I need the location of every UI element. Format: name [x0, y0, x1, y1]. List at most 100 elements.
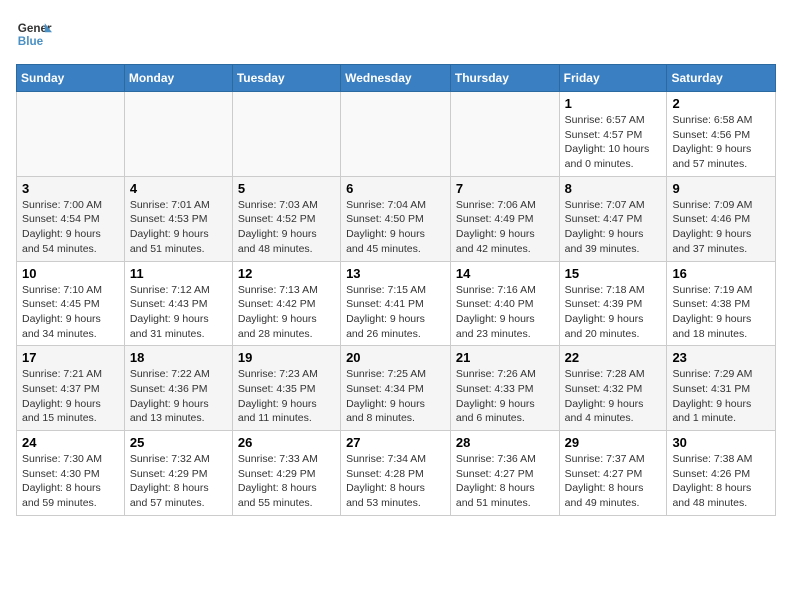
- day-number: 11: [130, 266, 227, 281]
- day-info: Sunrise: 7:10 AM Sunset: 4:45 PM Dayligh…: [22, 283, 119, 342]
- calendar-cell: 30Sunrise: 7:38 AM Sunset: 4:26 PM Dayli…: [667, 431, 776, 516]
- calendar-cell: 9 Sunrise: 7:09 AM Sunset: 4:46 PM Daylig…: [667, 176, 776, 261]
- day-number: 12: [238, 266, 335, 281]
- day-number: 27: [346, 435, 445, 450]
- weekday-header: Monday: [124, 65, 232, 92]
- day-info: Sunrise: 7:33 AM Sunset: 4:29 PM Dayligh…: [238, 452, 335, 511]
- day-info: Sunrise: 7:37 AM Sunset: 4:27 PM Dayligh…: [565, 452, 662, 511]
- calendar-cell: 1Sunrise: 6:57 AM Sunset: 4:57 PM Daylig…: [559, 92, 667, 177]
- svg-text:Blue: Blue: [18, 35, 44, 48]
- day-number: 15: [565, 266, 662, 281]
- day-info: Sunrise: 7:30 AM Sunset: 4:30 PM Dayligh…: [22, 452, 119, 511]
- calendar-cell: 4 Sunrise: 7:01 AM Sunset: 4:53 PM Daylig…: [124, 176, 232, 261]
- day-number: 9: [672, 181, 770, 196]
- day-number: 4: [130, 181, 227, 196]
- calendar-cell: 13 Sunrise: 7:15 AM Sunset: 4:41 PM Dayli…: [341, 261, 451, 346]
- day-number: 19: [238, 350, 335, 365]
- calendar-cell: 11 Sunrise: 7:12 AM Sunset: 4:43 PM Dayli…: [124, 261, 232, 346]
- calendar-cell: 14Sunrise: 7:16 AM Sunset: 4:40 PM Dayli…: [450, 261, 559, 346]
- day-info: Sunrise: 7:29 AM Sunset: 4:31 PM Dayligh…: [672, 367, 770, 426]
- calendar-cell: 24 Sunrise: 7:30 AM Sunset: 4:30 PM Dayli…: [17, 431, 125, 516]
- weekday-header: Tuesday: [232, 65, 340, 92]
- day-number: 7: [456, 181, 554, 196]
- day-info: Sunrise: 7:36 AM Sunset: 4:27 PM Dayligh…: [456, 452, 554, 511]
- day-info: Sunrise: 7:09 AM Sunset: 4:46 PM Dayligh…: [672, 198, 770, 257]
- day-info: Sunrise: 7:12 AM Sunset: 4:43 PM Dayligh…: [130, 283, 227, 342]
- day-info: Sunrise: 6:57 AM Sunset: 4:57 PM Dayligh…: [565, 113, 662, 172]
- calendar-cell: 22 Sunrise: 7:28 AM Sunset: 4:32 PM Dayli…: [559, 346, 667, 431]
- day-number: 8: [565, 181, 662, 196]
- day-info: Sunrise: 7:26 AM Sunset: 4:33 PM Dayligh…: [456, 367, 554, 426]
- calendar-cell: [341, 92, 451, 177]
- day-number: 6: [346, 181, 445, 196]
- day-number: 20: [346, 350, 445, 365]
- day-info: Sunrise: 7:38 AM Sunset: 4:26 PM Dayligh…: [672, 452, 770, 511]
- day-info: Sunrise: 7:19 AM Sunset: 4:38 PM Dayligh…: [672, 283, 770, 342]
- day-number: 26: [238, 435, 335, 450]
- calendar-cell: 16 Sunrise: 7:19 AM Sunset: 4:38 PM Dayli…: [667, 261, 776, 346]
- day-number: 17: [22, 350, 119, 365]
- day-info: Sunrise: 7:28 AM Sunset: 4:32 PM Dayligh…: [565, 367, 662, 426]
- day-number: 22: [565, 350, 662, 365]
- calendar-cell: [232, 92, 340, 177]
- day-info: Sunrise: 7:32 AM Sunset: 4:29 PM Dayligh…: [130, 452, 227, 511]
- day-info: Sunrise: 7:07 AM Sunset: 4:47 PM Dayligh…: [565, 198, 662, 257]
- day-number: 3: [22, 181, 119, 196]
- calendar-cell: 29 Sunrise: 7:37 AM Sunset: 4:27 PM Dayli…: [559, 431, 667, 516]
- day-info: Sunrise: 7:04 AM Sunset: 4:50 PM Dayligh…: [346, 198, 445, 257]
- day-number: 2: [672, 96, 770, 111]
- calendar-cell: 25Sunrise: 7:32 AM Sunset: 4:29 PM Dayli…: [124, 431, 232, 516]
- page-header: General Blue: [16, 16, 776, 52]
- day-number: 24: [22, 435, 119, 450]
- calendar-cell: 17Sunrise: 7:21 AM Sunset: 4:37 PM Dayli…: [17, 346, 125, 431]
- calendar-cell: 7 Sunrise: 7:06 AM Sunset: 4:49 PM Daylig…: [450, 176, 559, 261]
- calendar-cell: 3Sunrise: 7:00 AM Sunset: 4:54 PM Daylig…: [17, 176, 125, 261]
- weekday-header: Sunday: [17, 65, 125, 92]
- weekday-header: Wednesday: [341, 65, 451, 92]
- calendar-cell: 28 Sunrise: 7:36 AM Sunset: 4:27 PM Dayli…: [450, 431, 559, 516]
- logo: General Blue: [16, 16, 52, 52]
- calendar-cell: 6 Sunrise: 7:04 AM Sunset: 4:50 PM Daylig…: [341, 176, 451, 261]
- calendar-week-row: 3Sunrise: 7:00 AM Sunset: 4:54 PM Daylig…: [17, 176, 776, 261]
- calendar-week-row: 24 Sunrise: 7:30 AM Sunset: 4:30 PM Dayli…: [17, 431, 776, 516]
- day-number: 18: [130, 350, 227, 365]
- day-info: Sunrise: 7:34 AM Sunset: 4:28 PM Dayligh…: [346, 452, 445, 511]
- calendar-cell: 20Sunrise: 7:25 AM Sunset: 4:34 PM Dayli…: [341, 346, 451, 431]
- day-number: 13: [346, 266, 445, 281]
- calendar-cell: 10 Sunrise: 7:10 AM Sunset: 4:45 PM Dayli…: [17, 261, 125, 346]
- calendar-cell: 5Sunrise: 7:03 AM Sunset: 4:52 PM Daylig…: [232, 176, 340, 261]
- day-number: 14: [456, 266, 554, 281]
- day-info: Sunrise: 7:01 AM Sunset: 4:53 PM Dayligh…: [130, 198, 227, 257]
- weekday-header-row: SundayMondayTuesdayWednesdayThursdayFrid…: [17, 65, 776, 92]
- calendar-week-row: 17Sunrise: 7:21 AM Sunset: 4:37 PM Dayli…: [17, 346, 776, 431]
- day-number: 5: [238, 181, 335, 196]
- day-number: 28: [456, 435, 554, 450]
- day-number: 16: [672, 266, 770, 281]
- weekday-header: Friday: [559, 65, 667, 92]
- calendar-cell: 23 Sunrise: 7:29 AM Sunset: 4:31 PM Dayli…: [667, 346, 776, 431]
- calendar-cell: 2 Sunrise: 6:58 AM Sunset: 4:56 PM Daylig…: [667, 92, 776, 177]
- calendar-cell: [450, 92, 559, 177]
- calendar-cell: 19 Sunrise: 7:23 AM Sunset: 4:35 PM Dayli…: [232, 346, 340, 431]
- logo-icon: General Blue: [16, 16, 52, 52]
- calendar-cell: [124, 92, 232, 177]
- day-info: Sunrise: 7:15 AM Sunset: 4:41 PM Dayligh…: [346, 283, 445, 342]
- calendar-cell: 15 Sunrise: 7:18 AM Sunset: 4:39 PM Dayli…: [559, 261, 667, 346]
- day-info: Sunrise: 7:18 AM Sunset: 4:39 PM Dayligh…: [565, 283, 662, 342]
- calendar-cell: 21 Sunrise: 7:26 AM Sunset: 4:33 PM Dayli…: [450, 346, 559, 431]
- day-info: Sunrise: 7:06 AM Sunset: 4:49 PM Dayligh…: [456, 198, 554, 257]
- calendar-week-row: 1Sunrise: 6:57 AM Sunset: 4:57 PM Daylig…: [17, 92, 776, 177]
- day-info: Sunrise: 7:13 AM Sunset: 4:42 PM Dayligh…: [238, 283, 335, 342]
- calendar-cell: 18Sunrise: 7:22 AM Sunset: 4:36 PM Dayli…: [124, 346, 232, 431]
- calendar-week-row: 10 Sunrise: 7:10 AM Sunset: 4:45 PM Dayli…: [17, 261, 776, 346]
- day-info: Sunrise: 6:58 AM Sunset: 4:56 PM Dayligh…: [672, 113, 770, 172]
- weekday-header: Thursday: [450, 65, 559, 92]
- day-number: 23: [672, 350, 770, 365]
- weekday-header: Saturday: [667, 65, 776, 92]
- day-number: 29: [565, 435, 662, 450]
- day-info: Sunrise: 7:23 AM Sunset: 4:35 PM Dayligh…: [238, 367, 335, 426]
- calendar-cell: 27 Sunrise: 7:34 AM Sunset: 4:28 PM Dayli…: [341, 431, 451, 516]
- day-number: 10: [22, 266, 119, 281]
- calendar-cell: 8 Sunrise: 7:07 AM Sunset: 4:47 PM Daylig…: [559, 176, 667, 261]
- day-number: 21: [456, 350, 554, 365]
